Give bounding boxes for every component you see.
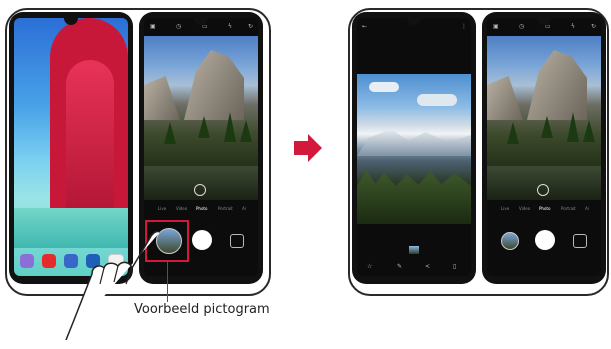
phone-camera-right: ▣ ◷ ▭ ϟ ↻ Live Video Photo Portrait Ai xyxy=(482,12,606,284)
timer-icon[interactable]: ◷ xyxy=(519,24,524,30)
camera-screen-right: ▣ ◷ ▭ ϟ ↻ Live Video Photo Portrait Ai xyxy=(487,18,601,276)
mountain-rock xyxy=(527,50,587,120)
camera-settings-icon[interactable]: ▣ xyxy=(493,24,499,30)
viewfinder xyxy=(487,36,601,200)
switch-camera-icon[interactable]: ↻ xyxy=(591,24,596,30)
mode-live[interactable]: Live xyxy=(158,206,166,211)
filmstrip-thumbnail[interactable] xyxy=(409,246,419,254)
delete-icon[interactable]: ▯ xyxy=(453,264,456,270)
mode-ai[interactable]: Ai xyxy=(242,206,246,211)
snowy-mountains xyxy=(357,129,471,156)
gallery-image xyxy=(357,74,471,224)
focus-indicator-icon[interactable] xyxy=(194,184,206,196)
cloud xyxy=(417,94,457,106)
star-icon[interactable]: ☆ xyxy=(367,264,372,270)
gallery-screen: ← ⋮ ☆ ✎ < ▯ xyxy=(357,18,471,276)
switch-lens-icon[interactable] xyxy=(230,234,244,248)
tree xyxy=(224,112,236,142)
switch-lens-icon[interactable] xyxy=(573,234,587,248)
gallery-thumbnail-icon[interactable] xyxy=(501,232,519,250)
hand-pointer-icon xyxy=(65,230,161,341)
tree xyxy=(567,112,579,142)
mode-portrait[interactable]: Portrait xyxy=(218,206,233,211)
tree xyxy=(507,122,519,144)
tree xyxy=(164,122,176,144)
mountain-rock-left xyxy=(487,76,523,120)
apps-icon[interactable] xyxy=(20,254,34,268)
mountain-rock-left xyxy=(144,76,180,120)
mode-photo[interactable]: Photo xyxy=(539,206,550,211)
mode-video[interactable]: Video xyxy=(176,206,187,211)
tree xyxy=(240,120,252,142)
shutter-button[interactable] xyxy=(192,230,212,250)
flash-icon[interactable]: ϟ xyxy=(228,24,232,30)
viewfinder xyxy=(144,36,258,200)
ratio-icon[interactable]: ▭ xyxy=(545,24,551,30)
edit-icon[interactable]: ✎ xyxy=(397,264,402,270)
flash-icon[interactable]: ϟ xyxy=(571,24,575,30)
cloud xyxy=(369,82,399,92)
more-icon[interactable]: ⋮ xyxy=(461,24,467,30)
tree xyxy=(198,116,210,138)
switch-camera-icon[interactable]: ↻ xyxy=(248,24,253,30)
share-icon[interactable]: < xyxy=(425,264,430,270)
mountain-rock xyxy=(184,50,244,120)
back-icon[interactable]: ← xyxy=(362,24,367,30)
youtube-icon[interactable] xyxy=(42,254,56,268)
phone-gallery: ← ⋮ ☆ ✎ < ▯ xyxy=(352,12,476,284)
timer-icon[interactable]: ◷ xyxy=(176,24,181,30)
forest xyxy=(357,170,471,224)
shutter-button[interactable] xyxy=(535,230,555,250)
mode-portrait[interactable]: Portrait xyxy=(561,206,576,211)
tree xyxy=(583,120,595,142)
tree xyxy=(541,116,553,138)
mode-live[interactable]: Live xyxy=(501,206,509,211)
mode-ai[interactable]: Ai xyxy=(585,206,589,211)
wallpaper-arch-inner xyxy=(66,60,114,220)
focus-indicator-icon[interactable] xyxy=(537,184,549,196)
arrow-right-icon xyxy=(308,134,322,162)
mode-photo[interactable]: Photo xyxy=(196,206,207,211)
ratio-icon[interactable]: ▭ xyxy=(202,24,208,30)
camera-settings-icon[interactable]: ▣ xyxy=(150,24,156,30)
mode-video[interactable]: Video xyxy=(519,206,530,211)
